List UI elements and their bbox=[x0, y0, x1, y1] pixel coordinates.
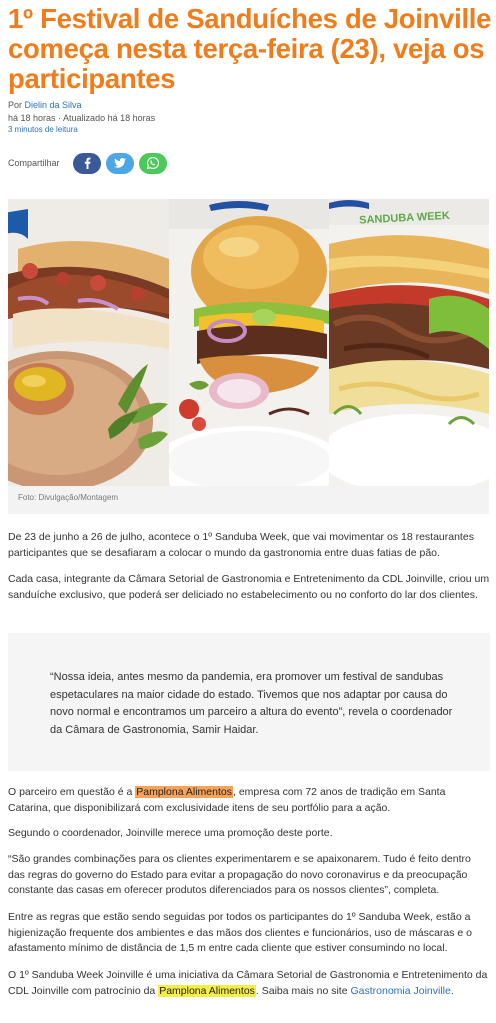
highlight-pamplona: Pamplona Alimentos bbox=[135, 786, 233, 798]
photo-caption: Foto: Divulgação/Montagem bbox=[18, 493, 119, 502]
quote-text: “Nossa ideia, antes mesmo da pandemia, e… bbox=[50, 671, 453, 736]
article-title: 1º Festival de Sanduíches de Joinville c… bbox=[8, 3, 492, 94]
paragraph-3-start: O parceiro em questão é a bbox=[8, 786, 136, 798]
author-link[interactable]: Dielin da Silva bbox=[25, 100, 82, 110]
quote-block: “Nossa ideia, antes mesmo da pandemia, e… bbox=[8, 633, 490, 771]
share-label: Compartilhar bbox=[8, 158, 60, 168]
paragraph-2: Cada casa, integrante da Câmara Setorial… bbox=[8, 573, 490, 601]
baguette-sandwich-image bbox=[8, 199, 169, 486]
facebook-share-button[interactable] bbox=[72, 152, 101, 174]
gastronomia-joinville-link[interactable]: Gastronomia Joinville bbox=[350, 985, 450, 997]
paragraph-3: O parceiro em questão é a Pamplona Alime… bbox=[8, 785, 490, 816]
facebook-icon bbox=[84, 157, 91, 169]
paragraph-7: O 1º Sanduba Week Joinville é uma inicia… bbox=[8, 968, 490, 999]
byline: Por Dielin da Silva bbox=[8, 100, 82, 110]
published-time: há 18 horas bbox=[8, 113, 56, 123]
paragraph-4: Segundo o coordenador, Joinville merece … bbox=[8, 827, 333, 839]
sandwich-photo-montage: SANDUBA WEEK bbox=[8, 199, 489, 486]
paragraph-6: Entre as regras que estão sendo seguidas… bbox=[8, 911, 473, 954]
paragraph-7-end: . bbox=[450, 984, 454, 997]
twitter-icon bbox=[113, 158, 126, 168]
highlight-pamplona-2: Pamplona Alimentos bbox=[158, 984, 256, 997]
photo-panel-pulled-sandwich: SANDUBA WEEK bbox=[329, 199, 489, 486]
whatsapp-share-button[interactable] bbox=[138, 152, 167, 174]
pulled-meat-sandwich-image: SANDUBA WEEK bbox=[329, 199, 489, 486]
updated-time: · Atualizado há 18 horas bbox=[55, 113, 156, 123]
whatsapp-icon bbox=[146, 157, 159, 169]
twitter-share-button[interactable] bbox=[105, 152, 134, 174]
share-bar: Compartilhar bbox=[8, 152, 172, 174]
paragraph-5: “São grandes combinações para os cliente… bbox=[8, 853, 471, 896]
photo-panel-burger bbox=[169, 199, 329, 486]
paragraph-1: De 23 de junho a 26 de julho, acontece o… bbox=[8, 531, 474, 559]
burger-image bbox=[169, 199, 329, 486]
photo-panel-baguette bbox=[8, 199, 169, 486]
article-figure: SANDUBA WEEK Foto: Divulgação/Montagem bbox=[8, 199, 489, 514]
timestamps: há 18 horas · Atualizado há 18 horas bbox=[8, 113, 155, 123]
paragraph-7-mid: . Saiba mais no site bbox=[255, 984, 351, 997]
byline-prefix: Por bbox=[8, 100, 25, 110]
read-time: 3 minutos de leitura bbox=[8, 125, 78, 134]
